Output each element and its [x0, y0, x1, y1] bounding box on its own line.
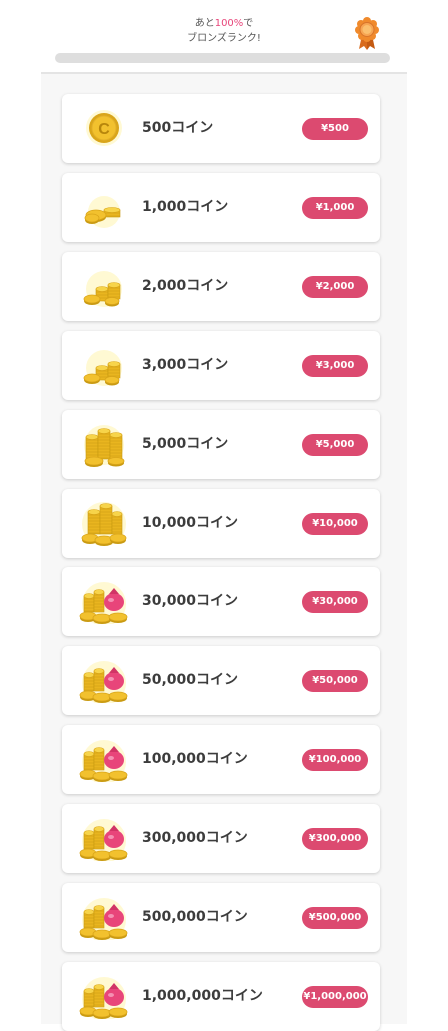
coin-amount-label: 500,000コイン — [142, 909, 248, 925]
coin-stack-small-icon — [84, 195, 121, 228]
price-button[interactable]: ¥10,000 — [302, 512, 368, 535]
coin-amount-label: 10,000コイン — [142, 514, 239, 531]
coin-package-card[interactable]: 50,000コイン ¥50,000 — [62, 646, 380, 716]
price-button[interactable]: ¥2,000 — [302, 275, 368, 298]
coin-stack-large-icon — [84, 424, 125, 467]
price-button[interactable]: ¥100,000 — [302, 749, 368, 772]
coin-package-card[interactable]: 3,000コイン ¥3,000 — [62, 330, 380, 400]
coin-bag-icon — [79, 819, 128, 862]
coin-amount-label: 5,000コイン — [142, 435, 229, 452]
coin-stack-icon — [83, 270, 122, 307]
coin-package-card[interactable]: 1,000,000コイン ¥1,000,000 — [62, 961, 380, 1031]
rank-target: ブロンズランク! — [187, 33, 261, 44]
coin-package-card[interactable]: 2,000コイン ¥2,000 — [62, 251, 380, 321]
coin-amount-label: 2,000コイン — [142, 277, 229, 294]
price-button[interactable]: ¥50,000 — [302, 670, 368, 693]
coin-amount-label: 1,000コイン — [142, 198, 229, 215]
coin-bag-icon — [79, 582, 128, 625]
price-button[interactable]: ¥300,000 — [302, 828, 368, 851]
coin-bag-icon — [79, 898, 128, 940]
svg-text:C: C — [98, 121, 110, 138]
price-button[interactable]: ¥30,000 — [302, 591, 368, 614]
price-button[interactable]: ¥3,000 — [302, 354, 368, 377]
coin-package-card[interactable]: 100,000コイン ¥100,000 — [62, 725, 380, 795]
coin-bag-icon — [79, 661, 128, 704]
coin-amount-label: 30,000コイン — [142, 593, 239, 610]
coin-package-card[interactable]: 30,000コイン ¥30,000 — [62, 567, 380, 637]
rank-percent: 100% — [214, 18, 244, 29]
coin-package-card[interactable]: C 500コイン ¥500 — [62, 94, 380, 163]
coin-bag-icon — [79, 740, 128, 783]
coin-amount-label: 1,000,000コイン — [142, 987, 263, 1004]
coin-amount-label: 50,000コイン — [142, 672, 239, 689]
coin-bag-icon — [79, 976, 128, 1019]
coin-package-card[interactable]: 10,000コイン ¥10,000 — [62, 488, 380, 558]
coin-amount-label: 3,000コイン — [142, 356, 229, 373]
coin-stack-icon — [83, 349, 122, 386]
rank-header: あと100%で ブロンズランク! — [41, 0, 407, 74]
rank-progress-bar — [55, 53, 390, 63]
bronze-medal-icon — [355, 17, 379, 50]
coin-package-card[interactable]: 300,000コイン ¥300,000 — [62, 804, 380, 874]
price-button[interactable]: ¥500 — [302, 118, 368, 140]
coin-amount-label: 300,000コイン — [142, 830, 248, 847]
coin-package-card[interactable]: 5,000コイン ¥5,000 — [62, 409, 380, 479]
price-button[interactable]: ¥1,000 — [302, 196, 368, 219]
coin-amount-label: 500コイン — [142, 120, 214, 136]
coin-package-card[interactable]: 500,000コイン ¥500,000 — [62, 883, 380, 952]
rank-status-text: あと100%で ブロンズランク! — [41, 16, 407, 46]
rank-suffix: で — [243, 18, 254, 29]
price-button[interactable]: ¥500,000 — [302, 907, 368, 929]
rank-prefix: あと — [194, 18, 215, 29]
coin-package-card[interactable]: 1,000コイン ¥1,000 — [62, 172, 380, 242]
price-button[interactable]: ¥1,000,000 — [302, 985, 368, 1008]
coin-pile-icon — [81, 501, 127, 546]
price-button[interactable]: ¥5,000 — [302, 433, 368, 456]
single-coin-icon: C — [86, 110, 122, 146]
coin-amount-label: 100,000コイン — [142, 751, 248, 768]
